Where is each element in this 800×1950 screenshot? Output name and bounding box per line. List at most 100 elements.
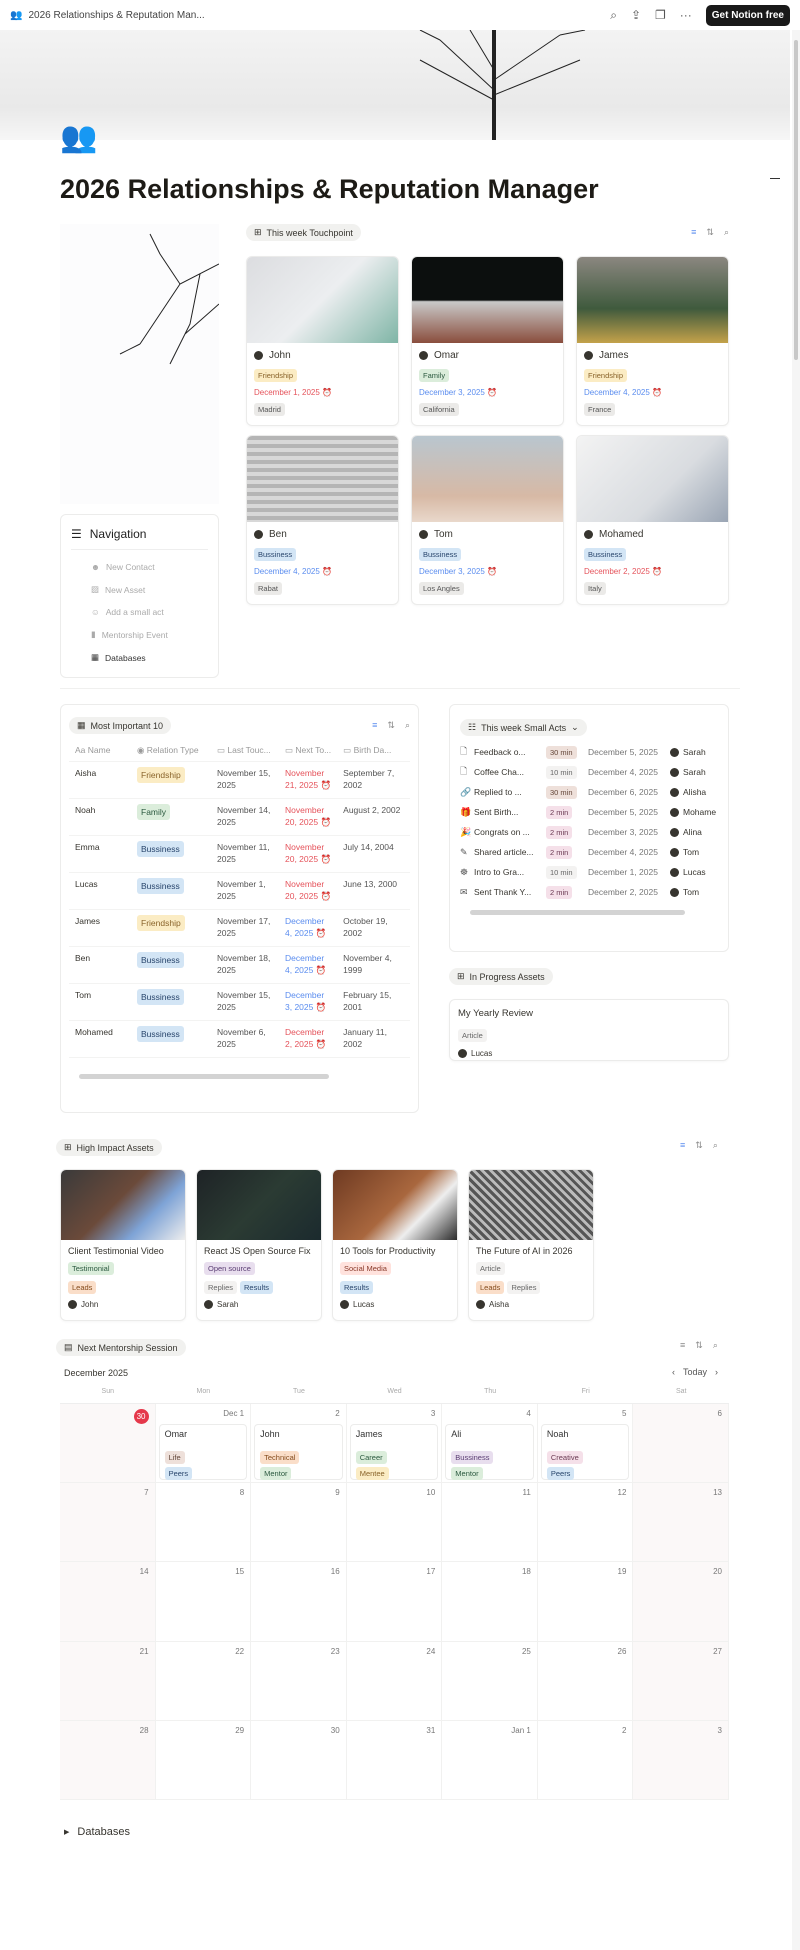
calendar-day[interactable]: 3	[633, 1720, 729, 1800]
calendar-day[interactable]: 17	[346, 1562, 443, 1642]
calendar-day[interactable]: 15	[155, 1562, 252, 1642]
calendar-day[interactable]: 2	[537, 1720, 634, 1800]
column-header[interactable]: ▭ Last Touc...	[211, 740, 279, 762]
event-card[interactable]: Omar Life Peers	[158, 1424, 248, 1480]
asset-card[interactable]: The Future of AI in 2026 Article Leads Re…	[468, 1169, 594, 1321]
filter-icon[interactable]: ≡	[372, 720, 377, 731]
contact-card[interactable]: Ben Bussiness December 4, 2025 ⏰ Rabat	[246, 435, 399, 605]
breadcrumb[interactable]: 👥 2026 Relationships & Reputation Man...	[10, 10, 205, 21]
column-header[interactable]: ▭ Birth Da...	[337, 740, 410, 762]
table-row[interactable]: Aisha Friendship November 15, 2025 Novem…	[69, 761, 410, 799]
calendar-day[interactable]: 24	[346, 1641, 443, 1721]
list-item[interactable]: 🎁 Sent Birth... 2 min December 5, 2025 M…	[460, 802, 718, 822]
calendar-day[interactable]: Jan 1	[442, 1720, 538, 1800]
table-row[interactable]: Ben Bussiness November 18, 2025 December…	[69, 946, 410, 984]
nav-item[interactable]: ▦ Databases	[71, 646, 208, 669]
calendar-day[interactable]: 16	[251, 1562, 347, 1642]
list-item[interactable]: ☸ Intro to Gra... 10 min December 1, 202…	[460, 862, 718, 882]
contact-card[interactable]: John Friendship December 1, 2025 ⏰ Madri…	[246, 256, 399, 426]
calendar-day[interactable]: 30	[60, 1404, 156, 1484]
calendar-day[interactable]: 26	[537, 1641, 634, 1721]
calendar-day[interactable]: 3 James Career Mentee	[346, 1404, 443, 1484]
nav-item[interactable]: ▨ New Asset	[71, 578, 208, 601]
calendar-day[interactable]: 20	[633, 1562, 729, 1642]
sort-icon[interactable]: ⇅	[387, 720, 395, 731]
table-row[interactable]: Tom Bussiness November 15, 2025 December…	[69, 983, 410, 1021]
calendar-day[interactable]: 19	[537, 1562, 634, 1642]
event-card[interactable]: John Technical Mentor	[254, 1424, 343, 1480]
asset-card[interactable]: React JS Open Source Fix Open source Rep…	[196, 1169, 322, 1321]
search-icon[interactable]: ⌕	[713, 1140, 718, 1151]
view-tab-small-acts[interactable]: ☷ This week Small Acts ⌄	[460, 719, 587, 736]
nav-item[interactable]: ☺ Add a small act	[71, 601, 208, 623]
list-item[interactable]: 🎉 Congrats on ... 2 min December 3, 2025…	[460, 822, 718, 842]
databases-toggle[interactable]: ▶ Databases	[64, 1826, 130, 1838]
calendar-day[interactable]: 10	[346, 1483, 443, 1563]
next-month-icon[interactable]: ›	[715, 1367, 718, 1377]
calendar-day[interactable]: 13	[633, 1483, 729, 1563]
column-header[interactable]: ◉ Relation Type	[131, 740, 211, 762]
calendar-day[interactable]: 25	[442, 1641, 538, 1721]
today-button[interactable]: Today	[683, 1367, 707, 1377]
calendar-day[interactable]: 9	[251, 1483, 347, 1563]
calendar-day[interactable]: 12	[537, 1483, 634, 1563]
more-icon[interactable]: ···	[680, 8, 692, 22]
calendar-day[interactable]: 21	[60, 1641, 156, 1721]
share-icon[interactable]: ⇪	[631, 8, 641, 22]
view-tab-most-important[interactable]: ▦ Most Important 10	[69, 717, 172, 734]
toc-icon[interactable]	[770, 178, 780, 179]
view-tab-high-impact[interactable]: ⊞ High Impact Assets	[56, 1139, 162, 1156]
calendar-day[interactable]: 8	[155, 1483, 252, 1563]
get-notion-free-button[interactable]: Get Notion free	[705, 4, 790, 26]
contact-card[interactable]: Mohamed Bussiness December 2, 2025 ⏰ Ita…	[576, 435, 729, 605]
contact-card[interactable]: Omar Family December 3, 2025 ⏰ Californi…	[411, 256, 564, 426]
nav-item[interactable]: ▮ Mentorship Event	[71, 623, 208, 646]
table-row[interactable]: James Friendship November 17, 2025 Decem…	[69, 909, 410, 947]
calendar-day[interactable]: 7	[60, 1483, 156, 1563]
calendar-day[interactable]: 31	[346, 1720, 443, 1800]
view-tab-mentorship[interactable]: ▤ Next Mentorship Session	[56, 1339, 186, 1356]
event-card[interactable]: Noah Creative Peers	[540, 1424, 630, 1480]
calendar-day[interactable]: 4 Ali Bussiness Mentor	[442, 1404, 538, 1484]
table-row[interactable]: Noah Family November 14, 2025 November 2…	[69, 798, 410, 836]
view-tab-touchpoint[interactable]: ⊞ This week Touchpoint	[246, 224, 361, 241]
calendar-day[interactable]: 27	[633, 1641, 729, 1721]
calendar-day[interactable]: 18	[442, 1562, 538, 1642]
sort-icon[interactable]: ⇅	[706, 227, 714, 238]
column-header[interactable]: Aa Name	[69, 740, 131, 762]
calendar-day[interactable]: 11	[442, 1483, 538, 1563]
list-item[interactable]: ✉ Sent Thank Y... 2 min December 2, 2025…	[460, 882, 718, 902]
sort-icon[interactable]: ⇅	[695, 1140, 703, 1151]
asset-card[interactable]: Client Testimonial Video Testimonial Lea…	[60, 1169, 186, 1321]
search-icon[interactable]: ⌕	[713, 1340, 718, 1351]
view-tab-in-progress[interactable]: ⊞ In Progress Assets	[449, 968, 553, 985]
asset-card[interactable]: 10 Tools for Productivity Social Media R…	[332, 1169, 458, 1321]
table-row[interactable]: Lucas Bussiness November 1, 2025 Novembe…	[69, 872, 410, 910]
calendar-day[interactable]: 30	[251, 1720, 347, 1800]
sort-icon[interactable]: ⇅	[695, 1340, 703, 1351]
table-row[interactable]: Emma Bussiness November 11, 2025 Novembe…	[69, 835, 410, 873]
calendar-day[interactable]: 29	[155, 1720, 252, 1800]
filter-icon[interactable]: ≡	[691, 227, 696, 238]
event-card[interactable]: Ali Bussiness Mentor	[445, 1424, 534, 1480]
nav-item[interactable]: ☻ New Contact	[71, 556, 208, 578]
contact-card[interactable]: Tom Bussiness December 3, 2025 ⏰ Los Ang…	[411, 435, 564, 605]
calendar-day[interactable]: Dec 1 Omar Life Peers	[155, 1404, 252, 1484]
filter-icon[interactable]: ≡	[680, 1340, 685, 1351]
asset-card[interactable]: My Yearly Review Article Lucas	[449, 999, 729, 1061]
list-item[interactable]: 🗋 Coffee Cha... 10 min December 4, 2025 …	[460, 762, 718, 782]
calendar-day[interactable]: 23	[251, 1641, 347, 1721]
horizontal-scrollbar[interactable]	[470, 910, 685, 915]
list-item[interactable]: ✎ Shared article... 2 min December 4, 20…	[460, 842, 718, 862]
search-icon[interactable]: ⌕	[724, 227, 729, 238]
contact-card[interactable]: James Friendship December 4, 2025 ⏰ Fran…	[576, 256, 729, 426]
scrollbar[interactable]	[792, 30, 800, 1950]
horizontal-scrollbar[interactable]	[79, 1074, 329, 1079]
list-item[interactable]: 🗋 Feedback o... 30 min December 5, 2025 …	[460, 742, 718, 762]
search-icon[interactable]: ⌕	[610, 8, 617, 23]
calendar-day[interactable]: 5 Noah Creative Peers	[537, 1404, 634, 1484]
calendar-day[interactable]: 2 John Technical Mentor	[251, 1404, 347, 1484]
list-item[interactable]: 🔗 Replied to ... 30 min December 6, 2025…	[460, 782, 718, 802]
calendar-day[interactable]: 28	[60, 1720, 156, 1800]
column-header[interactable]: ▭ Next To...	[279, 740, 338, 762]
